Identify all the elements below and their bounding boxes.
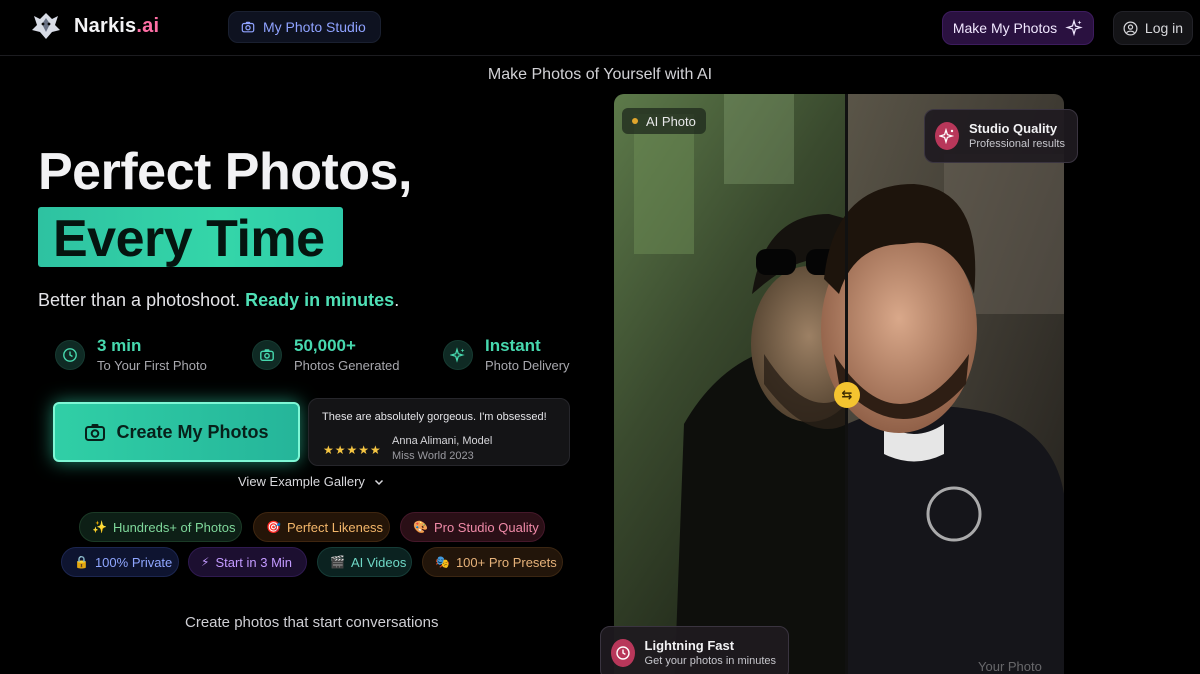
your-photo-label: Your Photo <box>978 659 1042 674</box>
studio-link-label: My Photo Studio <box>263 19 366 35</box>
stat-value: 3 min <box>97 336 142 355</box>
lightning-icon: ⚡ <box>201 555 210 569</box>
chip-label: AI Videos <box>350 554 407 570</box>
ai-photo-badge: AI Photo <box>622 108 706 134</box>
hero-title-highlight: Every Time <box>38 207 343 268</box>
camera-icon <box>85 424 106 441</box>
clock-icon <box>611 639 635 667</box>
brand-name: Narkis.ai <box>74 14 160 37</box>
feature-chip-hundreds: ✨ Hundreds+ of Photos <box>79 512 242 542</box>
testimonial-author-title: Miss World 2023 <box>392 450 474 462</box>
stat-delivery: Instant Photo Delivery <box>443 336 570 376</box>
gallery-link-label: View Example Gallery <box>238 474 365 489</box>
sparkles-icon <box>1065 19 1083 37</box>
conversation-tagline: Create photos that start conversations <box>185 614 439 631</box>
lock-icon: 🔒 <box>74 555 89 569</box>
camera-icon <box>241 21 255 33</box>
card-subtitle: Professional results <box>969 137 1065 150</box>
studio-quality-card: Studio Quality Professional results <box>924 109 1078 163</box>
testimonial-author: Anna Alimani, Model <box>392 435 493 447</box>
feature-chip-presets: 🎭 100+ Pro Presets <box>422 547 563 577</box>
chip-label: Pro Studio Quality <box>433 519 539 535</box>
lightning-fast-card: Lightning Fast Get your photos in minute… <box>600 626 789 674</box>
clock-icon <box>55 340 85 370</box>
feature-chip-studio-quality: 🎨 Pro Studio Quality <box>400 512 545 542</box>
camera-icon <box>252 340 282 370</box>
create-my-photos-button[interactable]: Create My Photos <box>53 402 300 462</box>
feature-chip-private: 🔒 100% Private <box>61 547 179 577</box>
sparkle-icon <box>443 340 473 370</box>
comparison-slider-handle[interactable]: ⇆ <box>834 382 860 408</box>
login-button[interactable]: Log in <box>1113 11 1193 45</box>
card-subtitle: Get your photos in minutes <box>644 654 776 667</box>
make-my-photos-button[interactable]: Make My Photos <box>942 11 1094 45</box>
feature-chip-likeness: 🎯 Perfect Likeness <box>253 512 390 542</box>
ai-photo-label: AI Photo <box>646 113 696 129</box>
make-button-label: Make My Photos <box>952 20 1058 36</box>
chip-label: 100% Private <box>94 554 173 570</box>
stat-label: Photos Generated <box>294 358 400 373</box>
hero-title-line2: Every Time <box>53 210 325 268</box>
stat-label: To Your First Photo <box>97 358 207 373</box>
chip-label: Start in 3 Min <box>215 554 293 570</box>
chip-label: Perfect Likeness <box>286 519 384 535</box>
clapper-icon: 🎬 <box>330 555 345 569</box>
my-photo-studio-link[interactable]: My Photo Studio <box>228 11 381 43</box>
stat-generated: 50,000+ Photos Generated <box>252 336 400 376</box>
hero-subtitle: Better than a photoshoot. Ready in minut… <box>38 290 400 310</box>
view-example-gallery-link[interactable]: View Example Gallery <box>238 474 385 489</box>
status-dot-icon <box>632 118 638 124</box>
card-title: Studio Quality <box>969 120 1058 136</box>
testimonial-quote: These are absolutely gorgeous. I'm obses… <box>322 411 547 423</box>
sparkles-icon: ✨ <box>92 520 107 534</box>
target-icon: 🎯 <box>266 520 281 534</box>
cta-label: Create My Photos <box>116 421 269 442</box>
stat-value: Instant <box>485 336 541 355</box>
wolf-logo-icon <box>32 13 60 39</box>
top-nav: Narkis.ai My Photo Studio Make My Photos… <box>0 0 1200 56</box>
card-title: Lightning Fast <box>644 637 735 653</box>
palette-icon: 🎨 <box>413 520 428 534</box>
chip-label: Hundreds+ of Photos <box>112 519 236 535</box>
stat-label: Photo Delivery <box>485 358 570 373</box>
page-tagline: Make Photos of Yourself with AI <box>487 66 713 83</box>
feature-chip-start-fast: ⚡ Start in 3 Min <box>188 547 307 577</box>
chip-label: 100+ Pro Presets <box>455 554 557 570</box>
user-circle-icon <box>1123 21 1138 35</box>
stat-time: 3 min To Your First Photo <box>55 336 207 376</box>
star-rating: ★★★★★ <box>323 443 382 457</box>
login-label: Log in <box>1144 20 1184 36</box>
sparkles-icon <box>935 122 959 150</box>
hero-title-line1: Perfect Photos, <box>38 143 412 201</box>
masks-icon: 🎭 <box>435 555 450 569</box>
stat-value: 50,000+ <box>294 336 356 355</box>
feature-chip-ai-videos: 🎬 AI Videos <box>317 547 412 577</box>
chevron-down-icon <box>374 479 383 485</box>
brand-logo[interactable]: Narkis.ai <box>30 10 159 42</box>
testimonial-card: These are absolutely gorgeous. I'm obses… <box>308 398 570 466</box>
